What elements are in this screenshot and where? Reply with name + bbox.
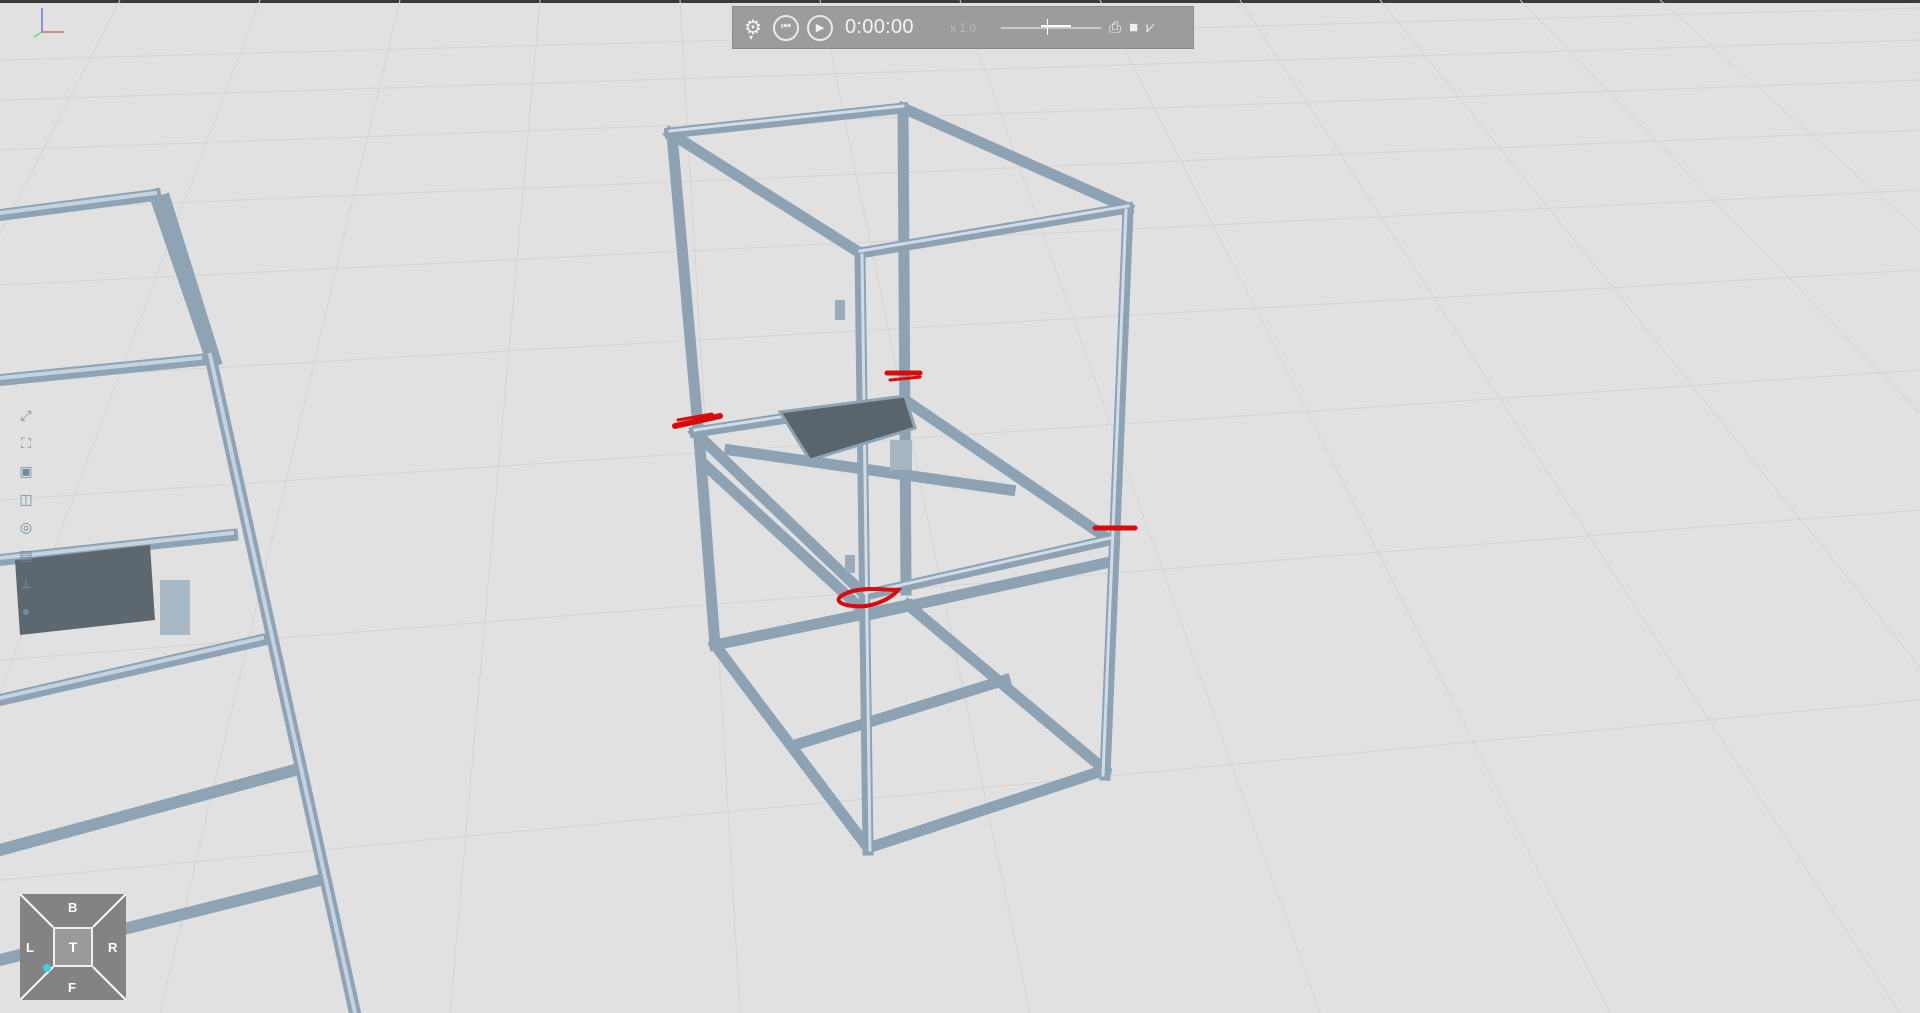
axis-indicator — [33, 8, 64, 38]
view-cube-front[interactable]: F — [68, 980, 76, 995]
timeline-slider[interactable] — [1001, 18, 1101, 35]
section-icon[interactable]: ▤ — [16, 546, 36, 564]
gear-icon[interactable]: ⚙ ▾ — [741, 15, 765, 42]
navigation-palette: ⤢ ⛶ ▣ ◫ ◎ ▤ ⟂ ● — [8, 398, 44, 630]
pdf-icon[interactable]: ⎙ — [1109, 19, 1121, 36]
main-frame-assembly[interactable] — [662, 100, 1136, 856]
pan-icon[interactable]: ▣ — [16, 462, 36, 480]
floor-grid — [0, 0, 1920, 1013]
3d-viewport[interactable] — [0, 0, 1920, 1013]
play-icon: ▶ — [815, 22, 825, 34]
fit-all-icon[interactable]: ⤢ — [16, 406, 36, 424]
left-frame-assembly[interactable] — [0, 187, 362, 1013]
slider-handle[interactable] — [1047, 18, 1048, 35]
playback-speed[interactable]: x 1.0 — [933, 21, 993, 35]
view-cube-right[interactable]: R — [108, 940, 117, 955]
orbit-icon[interactable]: ◎ — [16, 518, 36, 536]
slider-track-highlight — [1041, 24, 1071, 27]
skip-to-start-icon: ⏮ — [781, 21, 791, 33]
play-button[interactable]: ▶ — [807, 14, 833, 41]
view-cube-top[interactable]: T — [53, 927, 93, 967]
view-cube-back[interactable]: B — [68, 900, 77, 915]
rewind-button[interactable]: ⏮ — [773, 14, 799, 41]
playback-time: 0:00:00 — [845, 16, 914, 38]
measure-icon[interactable]: ⟂ — [16, 574, 36, 592]
view-cube-left[interactable]: L — [26, 940, 34, 955]
zoom-window-icon[interactable]: ⛶ — [16, 434, 36, 452]
share-icon[interactable]: ⩗ — [1146, 19, 1154, 36]
camera-icon[interactable]: ■ — [1129, 19, 1138, 36]
appearance-icon[interactable]: ● — [16, 602, 36, 620]
view-cube-home-dot[interactable] — [43, 964, 51, 972]
playback-toolbar: ⚙ ▾ ⏮ ▶ 0:00:00 x 1.0 ⎙ ■ ⩗ — [732, 6, 1194, 49]
view-cube[interactable]: B F L R T — [20, 894, 126, 1000]
cube-icon[interactable]: ◫ — [16, 490, 36, 508]
